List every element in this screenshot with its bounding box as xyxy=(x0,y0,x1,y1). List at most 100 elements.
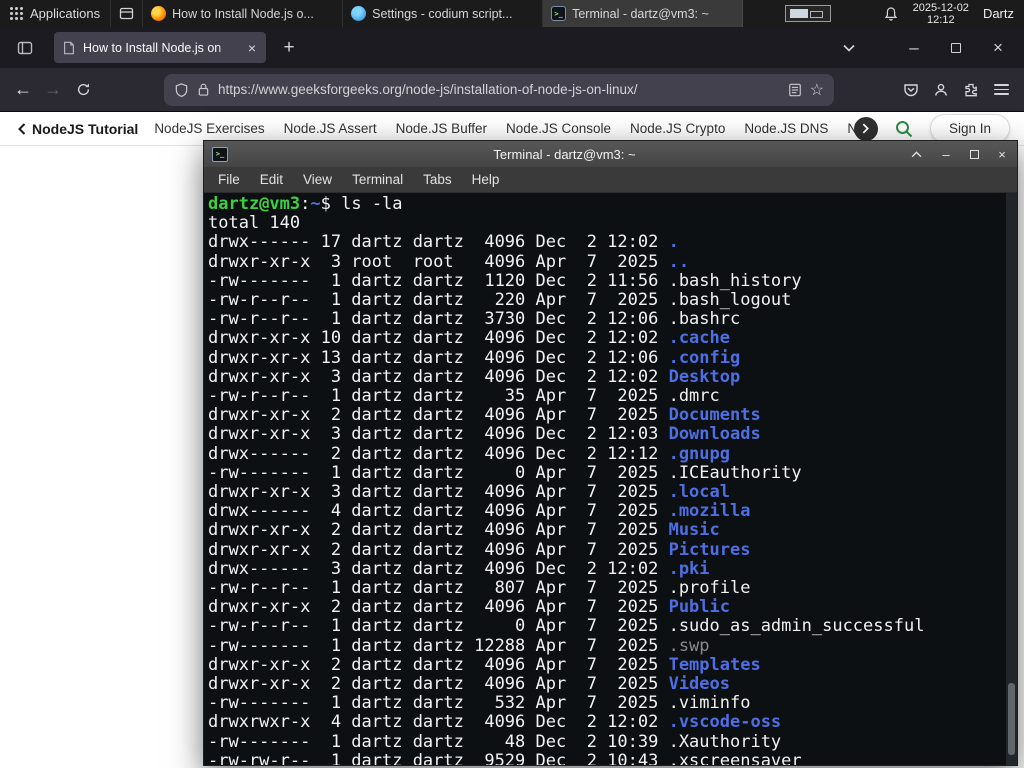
nodejs-tutorial-label: NodeJS Tutorial xyxy=(32,120,139,137)
terminal-output-line: drwxr-xr-x 2 dartz dartz 4096 Apr 7 2025… xyxy=(208,654,1003,675)
terminal-title-bar[interactable]: >_ Terminal - dartz@vm3: ~ – × xyxy=(204,141,1017,167)
applications-menu-button[interactable]: Applications xyxy=(0,0,112,27)
terminal-output[interactable]: dartz@vm3:~$ ls -la total 140 drwx------… xyxy=(204,193,1017,765)
user-menu[interactable]: Dartz xyxy=(983,6,1016,21)
settings-icon xyxy=(351,6,367,21)
prompt-colon: : xyxy=(300,194,311,214)
minimize-button[interactable]: – xyxy=(898,33,930,63)
forward-button[interactable]: → xyxy=(38,75,68,105)
workspace-switcher[interactable] xyxy=(785,5,832,22)
taskbar-window-button[interactable]: Settings - codium script... xyxy=(343,0,544,27)
maximize-button[interactable] xyxy=(940,33,972,63)
taskbar-window-title: How to Install Node.js o... xyxy=(172,6,314,21)
file-attributes: drwxr-xr-x 2 dartz dartz 4096 Apr 7 2025 xyxy=(208,597,669,618)
file-name: .cache xyxy=(668,328,730,349)
grid-icon xyxy=(10,7,23,20)
browser-tab[interactable]: How to Install Node.js on × xyxy=(54,32,266,63)
nav-scroll-right-button[interactable] xyxy=(853,116,878,141)
file-name: Templates xyxy=(668,654,761,675)
terminal-output-line: drwxr-xr-x 3 dartz dartz 4096 Dec 2 12:0… xyxy=(208,366,1003,387)
browser-nav-bar: ← → https://www.geeksforgeeks.org/node-j… xyxy=(0,68,1024,112)
reload-icon xyxy=(77,83,89,96)
file-name: .swp xyxy=(668,635,710,656)
terminal-minimize-button[interactable]: – xyxy=(939,147,953,162)
chevron-up-icon xyxy=(911,150,922,157)
sign-in-button[interactable]: Sign In xyxy=(929,114,1010,143)
shade-button[interactable] xyxy=(911,150,925,158)
lock-icon[interactable] xyxy=(197,82,210,97)
account-button[interactable] xyxy=(926,75,956,105)
file-attributes: drwx------ 3 dartz dartz 4096 Dec 2 12:0… xyxy=(208,558,669,579)
firefox-view-button[interactable] xyxy=(10,33,40,63)
terminal-icon: >_ xyxy=(551,6,567,21)
file-name: .profile xyxy=(668,578,751,599)
chevron-down-icon xyxy=(843,44,855,52)
new-tab-button[interactable]: + xyxy=(274,33,304,63)
file-attributes: -rw------- 1 dartz dartz 532 Apr 7 2025 xyxy=(208,693,669,714)
prompt-path: ~ xyxy=(310,194,321,214)
clock[interactable]: 2025-12-02 12:12 xyxy=(913,2,969,26)
file-name: .xscreensaver xyxy=(668,750,802,765)
site-nav-item[interactable]: Node.JS Buffer xyxy=(396,121,487,136)
file-name: Desktop xyxy=(668,366,741,387)
window-controls: – × xyxy=(898,33,1014,63)
reload-button[interactable] xyxy=(68,75,98,105)
url-text[interactable]: https://www.geeksforgeeks.org/node-js/in… xyxy=(218,82,780,97)
terminal-menu-file[interactable]: File xyxy=(208,172,250,187)
back-button[interactable]: ← xyxy=(8,75,38,105)
terminal-output-line: -rw------- 1 dartz dartz 1120 Dec 2 11:5… xyxy=(208,270,1003,291)
maximize-icon xyxy=(969,149,979,159)
tracking-shield-icon[interactable] xyxy=(174,82,189,98)
terminal-menu-help[interactable]: Help xyxy=(462,172,510,187)
site-nav-item[interactable]: NodeJS Exercises xyxy=(154,121,264,136)
file-attributes: drwxr-xr-x 3 dartz dartz 4096 Apr 7 2025 xyxy=(208,482,669,503)
url-bar[interactable]: https://www.geeksforgeeks.org/node-js/in… xyxy=(164,73,834,106)
bell-icon[interactable] xyxy=(883,6,899,22)
terminal-menu-tabs[interactable]: Tabs xyxy=(413,172,462,187)
terminal-scrollbar-thumb[interactable] xyxy=(1008,683,1015,755)
file-attributes: drwxrwxr-x 4 dartz dartz 4096 Dec 2 12:0… xyxy=(208,712,669,733)
terminal-output-line: drwx------ 3 dartz dartz 4096 Dec 2 12:0… xyxy=(208,558,1003,579)
terminal-scrollbar[interactable] xyxy=(1006,193,1017,765)
site-nav-item[interactable]: Node.JS Assert xyxy=(284,121,377,136)
typed-command: ls -la xyxy=(341,194,403,214)
file-attributes: -rw-r--r-- 1 dartz dartz 35 Apr 7 2025 xyxy=(208,386,669,407)
bookmark-star-icon[interactable]: ☆ xyxy=(810,80,824,100)
site-nav-item[interactable]: Node.JS DNS xyxy=(744,121,828,136)
terminal-close-button[interactable]: × xyxy=(995,147,1009,162)
files-launcher-button[interactable] xyxy=(111,0,144,27)
file-name: .vscode-oss xyxy=(668,712,782,733)
taskbar-window-button[interactable]: >_ Terminal - dartz@vm3: ~ xyxy=(543,0,744,27)
file-name: .bash_logout xyxy=(668,290,792,311)
app-menu-button[interactable] xyxy=(986,75,1016,105)
terminal-output-line: drwx------ 17 dartz dartz 4096 Dec 2 12:… xyxy=(208,233,1003,252)
file-attributes: drwxr-xr-x 3 root root 4096 Apr 7 2025 xyxy=(208,251,669,272)
terminal-maximize-button[interactable] xyxy=(967,147,981,162)
reader-mode-icon[interactable] xyxy=(788,83,802,97)
terminal-menu-terminal[interactable]: Terminal xyxy=(342,172,413,187)
taskbar-window-button[interactable]: How to Install Node.js o... xyxy=(143,0,344,27)
file-attributes: -rw------- 1 dartz dartz 0 Apr 7 2025 xyxy=(208,462,669,483)
terminal-menu-view[interactable]: View xyxy=(293,172,342,187)
terminal-menu-edit[interactable]: Edit xyxy=(250,172,293,187)
taskbar-window-title: Settings - codium script... xyxy=(372,6,513,21)
file-attributes: drwxr-xr-x 2 dartz dartz 4096 Apr 7 2025 xyxy=(208,520,669,541)
extensions-button[interactable] xyxy=(956,75,986,105)
file-name: .bash_history xyxy=(668,270,802,291)
terminal-output-line: drwxr-xr-x 13 dartz dartz 4096 Dec 2 12:… xyxy=(208,348,1003,368)
terminal-output-line: drwx------ 4 dartz dartz 4096 Apr 7 2025… xyxy=(208,502,1003,521)
site-nav-items: NodeJS Exercises Node.JS Assert Node.JS Bu… xyxy=(154,121,868,136)
file-attributes: drwxr-xr-x 3 dartz dartz 4096 Dec 2 12:0… xyxy=(208,366,669,387)
terminal-output-line: -rw------- 1 dartz dartz 48 Dec 2 10:39 … xyxy=(208,732,1003,752)
site-nav-item[interactable]: Node.JS Crypto xyxy=(630,121,725,136)
site-nav-item[interactable]: Node.JS Console xyxy=(506,121,611,136)
file-name: .. xyxy=(668,251,690,272)
terminal-output-line: -rw------- 1 dartz dartz 12288 Apr 7 202… xyxy=(208,635,1003,656)
list-all-tabs-button[interactable] xyxy=(834,33,864,63)
nodejs-tutorial-link[interactable]: NodeJS Tutorial xyxy=(18,121,138,137)
search-icon[interactable] xyxy=(894,119,914,139)
pocket-button[interactable] xyxy=(896,75,926,105)
tab-close-icon[interactable]: × xyxy=(246,40,258,56)
files-icon xyxy=(119,7,134,20)
close-button[interactable]: × xyxy=(982,33,1014,63)
